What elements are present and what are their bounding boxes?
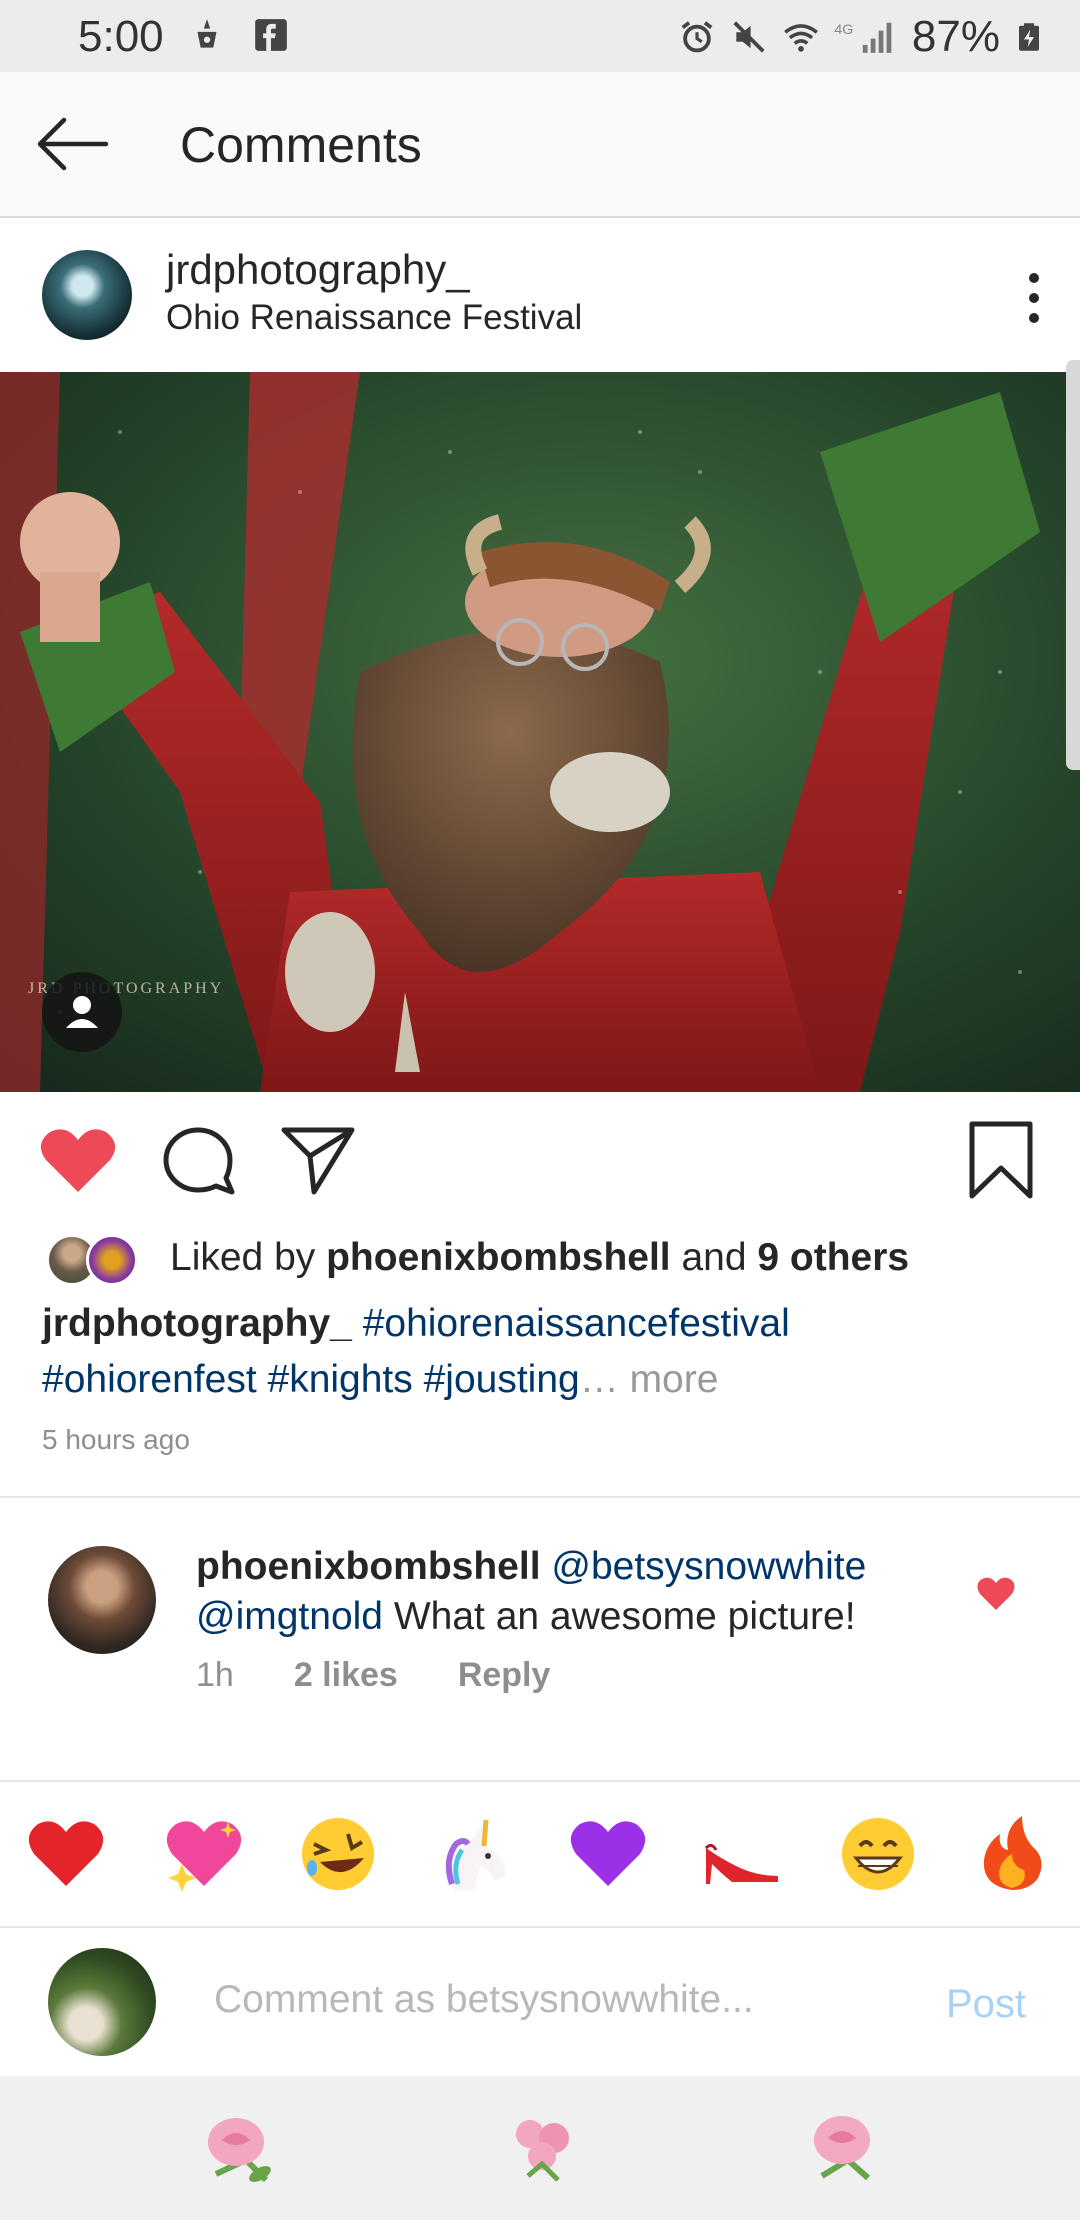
tagged-users-button[interactable] bbox=[42, 972, 122, 1052]
post-actions bbox=[0, 1094, 1080, 1224]
network-type: 4G bbox=[834, 22, 853, 38]
caption-username[interactable]: jrdphotography_ bbox=[42, 1302, 352, 1345]
battery-charging-icon bbox=[1019, 23, 1039, 51]
post-timestamp: 5 hours ago bbox=[42, 1424, 190, 1455]
high-heel-icon[interactable] bbox=[702, 1814, 782, 1894]
hashtag[interactable]: #ohiorenaissancefestival bbox=[363, 1302, 790, 1345]
comment-like-heart-icon[interactable] bbox=[976, 1576, 1016, 1612]
hashtag[interactable]: #ohiorenfest bbox=[42, 1358, 257, 1401]
hashtag[interactable]: #jousting bbox=[424, 1358, 580, 1401]
post-caption: jrdphotography_ #ohiorenaissancefestival… bbox=[42, 1296, 1052, 1408]
app-header: Comments bbox=[0, 72, 1080, 218]
more-options-icon[interactable] bbox=[1022, 268, 1046, 328]
signal-icon: 4G bbox=[834, 22, 892, 53]
rose-sticker-icon[interactable] bbox=[800, 2104, 890, 2194]
post-photo[interactable]: JRD PHOTOGRAPHY bbox=[0, 372, 1080, 1092]
likes-others-count[interactable]: 9 others bbox=[757, 1236, 909, 1279]
like-heart-icon[interactable] bbox=[38, 1126, 118, 1196]
purple-heart-icon[interactable] bbox=[568, 1814, 648, 1894]
liker-username[interactable]: phoenixbombshell bbox=[326, 1236, 671, 1279]
comment-time: 1h bbox=[196, 1656, 234, 1694]
comment-meta: 1h 2 likes Reply bbox=[196, 1656, 550, 1695]
status-time: 5:00 bbox=[78, 12, 164, 61]
person-icon bbox=[66, 996, 98, 1028]
hashtag[interactable]: #knights bbox=[268, 1358, 413, 1401]
author-username[interactable]: jrdphotography_ bbox=[166, 246, 470, 294]
more-link[interactable]: more bbox=[619, 1358, 719, 1401]
mention-link[interactable]: @betsysnowwhite bbox=[551, 1545, 866, 1588]
divider bbox=[0, 1496, 1080, 1498]
facebook-icon bbox=[255, 19, 287, 51]
likes-summary[interactable]: Liked by phoenixbombshell and 9 others bbox=[46, 1232, 1046, 1288]
likes-prefix: Liked by bbox=[170, 1236, 327, 1279]
commenter-username[interactable]: phoenixbombshell bbox=[196, 1545, 541, 1588]
unicorn-icon[interactable] bbox=[434, 1814, 514, 1894]
rose-sticker-icon[interactable] bbox=[196, 2104, 286, 2194]
scrollbar-handle[interactable] bbox=[1066, 360, 1080, 770]
red-heart-icon[interactable] bbox=[26, 1814, 106, 1894]
rose-bouquet-sticker-icon[interactable] bbox=[498, 2104, 588, 2194]
laughing-face-icon[interactable] bbox=[298, 1814, 378, 1894]
mute-icon bbox=[733, 21, 765, 53]
comment-text: What an awesome picture! bbox=[383, 1595, 856, 1638]
post-comment-button[interactable]: Post bbox=[946, 1982, 1026, 2027]
keyboard-suggestion-strip bbox=[0, 2076, 1080, 2220]
commenter-avatar[interactable] bbox=[48, 1546, 156, 1654]
mention-link[interactable]: @imgtnold bbox=[196, 1595, 383, 1638]
current-user-avatar bbox=[48, 1948, 156, 2056]
comment-body: phoenixbombshell @betsysnowwhite @imgtno… bbox=[196, 1542, 936, 1642]
fire-icon[interactable] bbox=[972, 1814, 1052, 1894]
liker-avatar bbox=[86, 1234, 138, 1286]
page-title: Comments bbox=[180, 117, 422, 173]
post-header: jrdphotography_ Ohio Renaissance Festiva… bbox=[0, 220, 1080, 370]
status-bar: 5:00 4G 87% bbox=[0, 0, 1080, 72]
wifi-icon bbox=[784, 24, 818, 52]
battery-percent: 87% bbox=[911, 12, 1000, 61]
back-arrow-icon[interactable] bbox=[30, 112, 114, 176]
reply-button[interactable]: Reply bbox=[458, 1656, 551, 1695]
comment-likes-count[interactable]: 2 likes bbox=[294, 1656, 398, 1695]
sparkling-heart-icon[interactable] bbox=[162, 1814, 242, 1894]
comment-bubble-icon[interactable] bbox=[160, 1124, 236, 1200]
likes-middle: and bbox=[670, 1236, 758, 1279]
emoji-quick-bar bbox=[0, 1782, 1080, 1926]
dice-notification-icon bbox=[197, 19, 217, 48]
alarm-icon bbox=[681, 21, 713, 53]
grinning-face-icon[interactable] bbox=[838, 1814, 918, 1894]
author-avatar[interactable] bbox=[42, 250, 132, 340]
share-direct-icon[interactable] bbox=[280, 1124, 356, 1196]
comment-composer: Post bbox=[0, 1928, 1080, 2076]
bookmark-icon[interactable] bbox=[966, 1120, 1036, 1200]
comment-input[interactable] bbox=[214, 1968, 854, 2032]
post-location[interactable]: Ohio Renaissance Festival bbox=[166, 298, 582, 338]
caption-ellipsis: … bbox=[579, 1358, 619, 1401]
